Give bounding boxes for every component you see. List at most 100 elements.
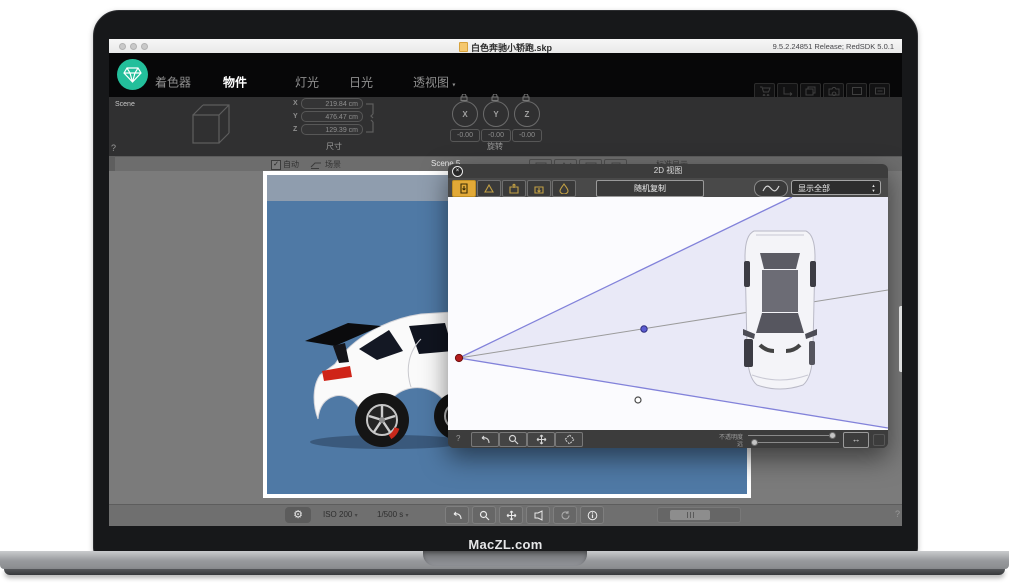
camera-down-icon — [458, 183, 470, 194]
opacity-slider[interactable] — [748, 435, 836, 436]
size-y-field[interactable]: 476.47 cm — [301, 111, 363, 122]
place-view-button[interactable] — [452, 180, 476, 197]
tent-view-button[interactable] — [477, 180, 501, 197]
scenes-icon — [310, 161, 322, 169]
rotate-z-dial[interactable]: Z — [514, 101, 540, 127]
exposure-button[interactable] — [526, 506, 550, 524]
plugin-logo[interactable] — [117, 59, 148, 90]
tab-lights[interactable]: 灯光 — [295, 74, 319, 91]
random-copy-button[interactable]: 随机复制 — [596, 180, 704, 197]
laptop-base — [0, 551, 1009, 569]
camera-icon — [828, 86, 840, 96]
cone-view-button[interactable] — [552, 180, 576, 197]
main-nav: 着色器 物件 灯光 日光 透视图 ▾ — [109, 53, 902, 97]
far-slider-knob[interactable] — [751, 439, 758, 446]
lock-x-icon[interactable] — [460, 94, 468, 101]
tag-icon — [874, 86, 886, 96]
tab-shader[interactable]: 着色器 — [155, 74, 191, 91]
pan-button[interactable] — [527, 432, 555, 447]
box-down-button[interactable] — [527, 180, 551, 197]
shutter-control[interactable]: 1/500 s ▾ — [377, 510, 409, 519]
car-model[interactable] — [293, 299, 468, 454]
scene-toggle-label[interactable]: 场景 — [325, 159, 341, 170]
rotate-x-dial[interactable]: X — [452, 101, 478, 127]
target-handle[interactable] — [641, 326, 647, 332]
tab-sunlight[interactable]: 日光 — [349, 74, 373, 91]
cart-icon — [759, 86, 771, 96]
curve-button[interactable] — [754, 180, 788, 197]
chevron-down-icon: ▾ — [405, 513, 408, 519]
version-info: 9.5.2.24851 Release; RedSDK 5.0.1 — [773, 42, 894, 51]
lock-y-icon[interactable] — [491, 94, 499, 101]
tab-object[interactable]: 物件 — [223, 74, 247, 91]
properties-help[interactable]: ? — [111, 143, 116, 153]
axes-icon — [782, 86, 794, 96]
car-top-view[interactable] — [740, 225, 820, 395]
sine-wave-icon — [762, 184, 780, 193]
free-point[interactable] — [635, 397, 641, 403]
settings-button[interactable]: ⚙ — [285, 507, 311, 523]
twod-option-checkbox[interactable] — [873, 434, 885, 446]
box-down-icon — [533, 183, 545, 194]
macos-titlebar: 白色奔驰小轿跑.skp 9.5.2.24851 Release; RedSDK … — [109, 39, 902, 54]
right-scrollbar[interactable] — [899, 306, 902, 372]
watermark: MacZL.com — [94, 537, 917, 552]
droplet-icon — [558, 183, 570, 194]
laptop-notch — [423, 551, 587, 566]
auto-label: 自动 — [283, 159, 299, 170]
far-label: 远 — [693, 439, 743, 448]
laptop-base-edge — [4, 569, 1005, 575]
twod-window-title: 2D 视图 — [448, 164, 888, 178]
box-up-button[interactable] — [502, 180, 526, 197]
size-z-field[interactable]: 129.39 cm — [301, 124, 363, 135]
app-screen: 白色奔驰小轿跑.skp 9.5.2.24851 Release; RedSDK … — [109, 39, 902, 526]
lock-z-icon[interactable] — [522, 94, 530, 101]
twod-canvas[interactable] — [448, 197, 888, 430]
twod-toolbar: 随机复制 显示全部 ▲▼ — [448, 178, 888, 197]
bottom-toolbar: ⚙ ISO 200 ▾ 1/500 s ▾ — [109, 504, 902, 526]
scene-label: Scene — [115, 101, 135, 108]
display-all-dropdown[interactable]: 显示全部 ▲▼ — [791, 180, 881, 195]
size-z-label: Z — [293, 126, 297, 133]
far-slider[interactable] — [751, 442, 839, 443]
tab-perspective[interactable]: 透视图 ▾ — [413, 74, 455, 91]
size-caption: 尺寸 — [304, 141, 364, 152]
twod-view-window[interactable]: × 2D 视图 — [448, 164, 888, 448]
zoom-view-button[interactable] — [472, 506, 496, 524]
camera-apex[interactable] — [455, 354, 462, 361]
laptop-lid: 白色奔驰小轿跑.skp 9.5.2.24851 Release; RedSDK … — [93, 10, 918, 558]
bottom-help[interactable]: ? — [895, 509, 900, 519]
rotate-select-button[interactable] — [555, 432, 583, 447]
info-button[interactable] — [580, 506, 604, 524]
timeline-slider[interactable] — [657, 507, 741, 523]
auto-checkbox[interactable]: ✓ — [271, 160, 281, 170]
stepper-icon[interactable]: ▲▼ — [868, 182, 879, 193]
opacity-slider-knob[interactable] — [829, 432, 836, 439]
iso-control[interactable]: ISO 200 ▾ — [323, 510, 358, 519]
link-dimensions-icon[interactable] — [365, 99, 379, 137]
undo-view-button[interactable] — [445, 506, 469, 524]
object-properties-panel: Scene ? ➔? X 219.84 cm Y 476.47 cm Z 129… — [109, 97, 902, 157]
zoom-button[interactable] — [499, 432, 527, 447]
rotate-y-dial[interactable]: Y — [483, 101, 509, 127]
undo-icon — [479, 435, 491, 444]
meter-icon — [533, 510, 544, 521]
pan-view-button[interactable] — [499, 506, 523, 524]
undo-icon — [451, 511, 463, 520]
undo-button[interactable] — [471, 432, 499, 447]
timeline-slider-handle[interactable] — [670, 510, 710, 520]
magnifier-icon — [508, 434, 519, 445]
fit-extents-button[interactable]: ↔ — [843, 432, 869, 448]
move-icon — [536, 434, 547, 445]
box-up-icon — [508, 183, 520, 194]
chevron-down-icon: ▾ — [452, 83, 455, 89]
camera-frustum — [448, 197, 888, 430]
info-icon — [587, 510, 598, 521]
move-icon — [506, 510, 517, 521]
refresh-button[interactable] — [553, 506, 577, 524]
twod-help[interactable]: ? — [456, 434, 460, 443]
refresh-icon — [560, 510, 571, 521]
size-x-label: X — [293, 100, 298, 107]
magnifier-icon — [479, 510, 490, 521]
size-x-field[interactable]: 219.84 cm — [301, 98, 363, 109]
